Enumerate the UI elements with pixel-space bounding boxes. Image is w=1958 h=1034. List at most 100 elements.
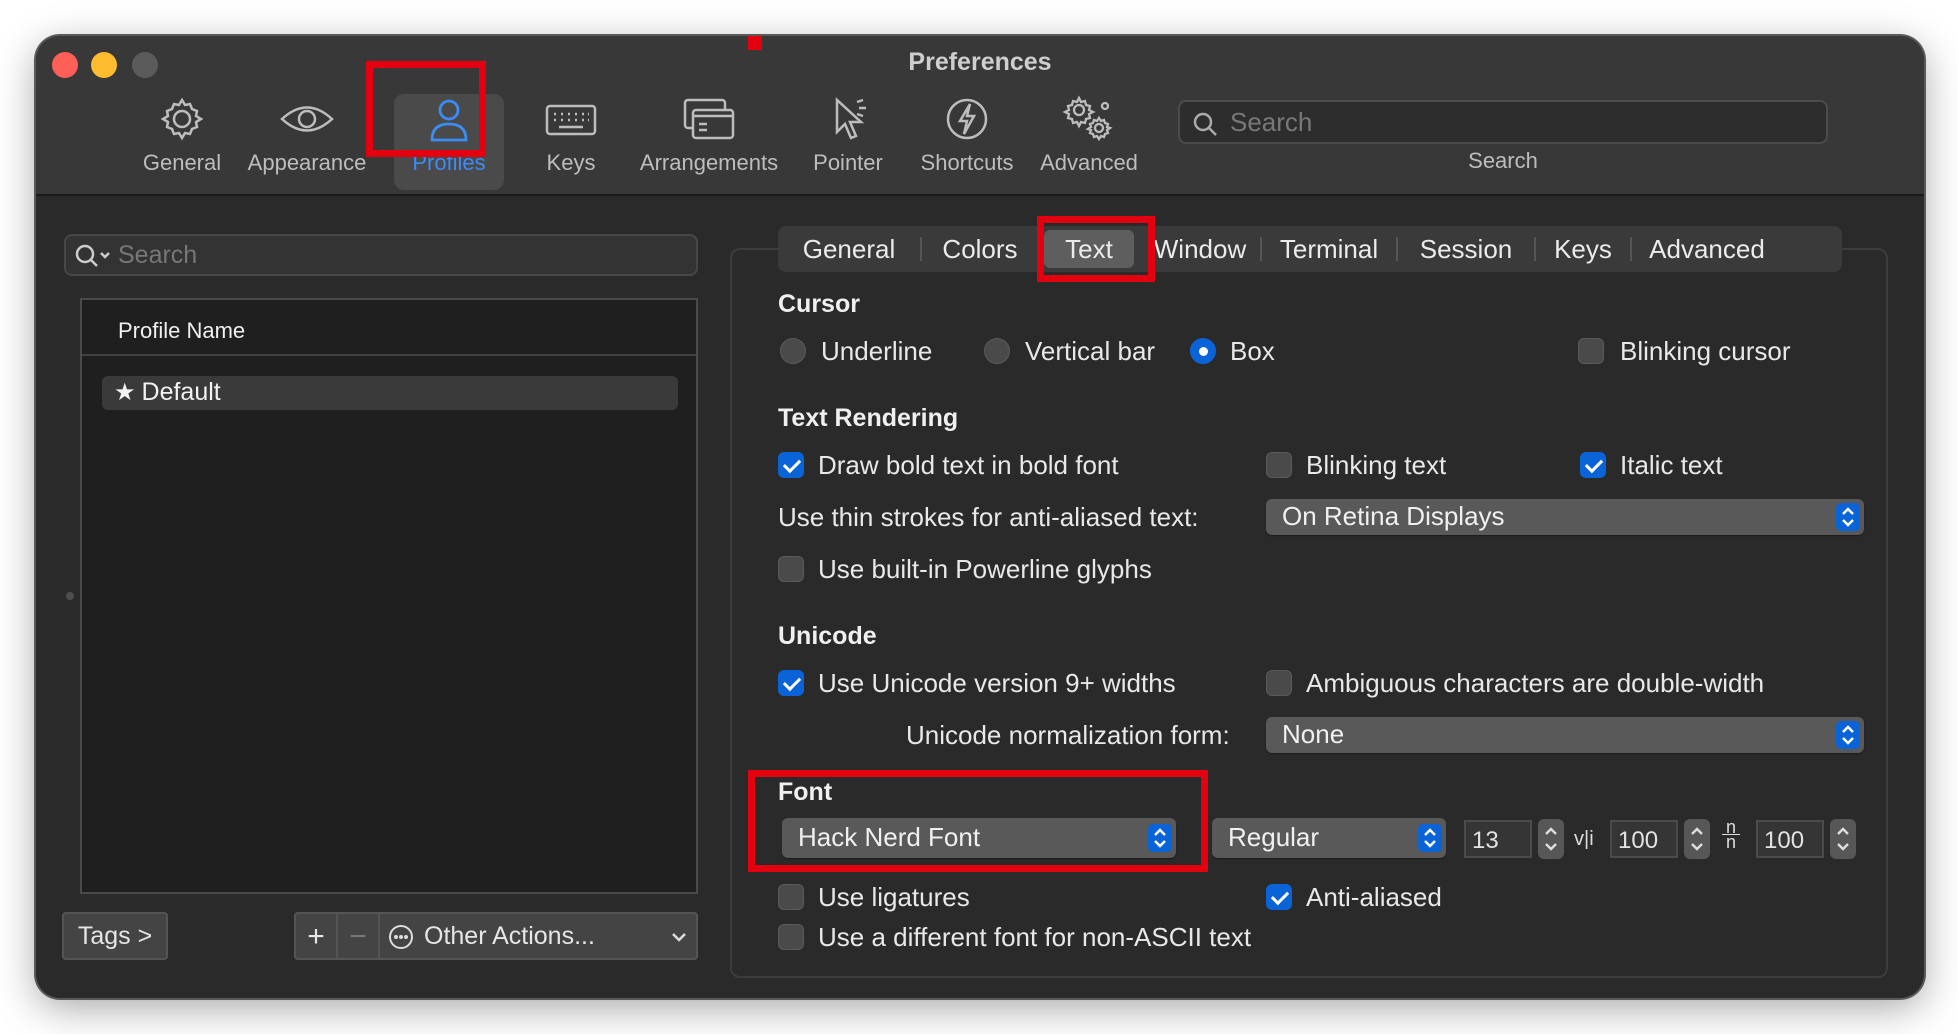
- ambiguous-width-label: Ambiguous characters are double-width: [1306, 668, 1765, 698]
- profile-search-input[interactable]: [118, 240, 688, 270]
- ligatures-label: Use ligatures: [818, 882, 970, 912]
- normalization-label: Unicode normalization form:: [906, 720, 1230, 750]
- blinking-text-label: Blinking text: [1306, 450, 1447, 480]
- toolbar-label: Pointer: [813, 150, 883, 175]
- toolbar-pointer[interactable]: Pointer: [800, 94, 896, 190]
- updown-chevron-icon: [1545, 827, 1557, 851]
- cursor-vertical-bar-label: Vertical bar: [1025, 336, 1156, 366]
- cursor-box-label: Box: [1230, 336, 1275, 366]
- vertical-spacing-field[interactable]: 100: [1756, 820, 1824, 858]
- ambiguous-width-checkbox[interactable]: [1266, 670, 1292, 696]
- unicode-v9-checkbox[interactable]: [778, 670, 804, 696]
- gears-icon: [1062, 95, 1113, 142]
- non-ascii-font-checkbox[interactable]: [778, 924, 804, 950]
- font-family-select[interactable]: Hack Nerd Font: [782, 818, 1176, 858]
- thin-strokes-value: On Retina Displays: [1282, 501, 1505, 531]
- tab-terminal[interactable]: Terminal: [1262, 230, 1396, 268]
- horizontal-spacing-stepper[interactable]: [1684, 819, 1710, 859]
- unicode-v9-label: Use Unicode version 9+ widths: [818, 668, 1176, 698]
- normalization-value: None: [1282, 719, 1345, 749]
- powerline-label: Use built-in Powerline glyphs: [818, 554, 1152, 584]
- vertical-spacing-stepper[interactable]: [1830, 819, 1856, 859]
- updown-chevron-icon: [1837, 827, 1849, 851]
- toolbar-shortcuts[interactable]: Shortcuts: [912, 94, 1022, 190]
- add-profile-button[interactable]: +: [294, 912, 338, 960]
- updown-chevron-icon: [1418, 824, 1442, 852]
- thin-strokes-select[interactable]: On Retina Displays: [1266, 499, 1864, 535]
- profile-row-default[interactable]: ★ Default: [102, 376, 678, 410]
- tags-button[interactable]: Tags >: [62, 912, 168, 960]
- toolbar-advanced[interactable]: Advanced: [1034, 94, 1144, 190]
- anti-aliased-checkbox[interactable]: [1266, 884, 1292, 910]
- italic-text-checkbox[interactable]: [1580, 452, 1606, 478]
- toolbar-label: Profiles: [412, 150, 486, 175]
- toolbar-general[interactable]: General: [136, 94, 228, 190]
- font-size-field[interactable]: 13: [1464, 820, 1532, 858]
- other-actions-label: Other Actions...: [424, 922, 595, 950]
- eye-icon: [280, 106, 334, 132]
- horizontal-spacing-icon: v|i: [1574, 828, 1594, 850]
- powerline-checkbox[interactable]: [778, 556, 804, 582]
- updown-chevron-icon: [1836, 721, 1860, 749]
- ligatures-checkbox[interactable]: [778, 884, 804, 910]
- toolbar-search-input[interactable]: [1230, 106, 1820, 138]
- font-size-stepper[interactable]: [1538, 819, 1564, 859]
- star-icon: ★: [114, 379, 136, 406]
- titlebar: Preferences General Appearance Profiles: [36, 36, 1924, 196]
- lightning-icon: [946, 98, 988, 140]
- tab-general[interactable]: General: [778, 230, 920, 268]
- profile-list: Profile Name ★ Default: [80, 298, 698, 894]
- tab-window[interactable]: Window: [1140, 230, 1260, 268]
- cursor-underline-label: Underline: [821, 336, 933, 366]
- remove-profile-button[interactable]: −: [336, 912, 380, 960]
- updown-chevron-icon: [1836, 503, 1860, 531]
- other-actions-menu[interactable]: Other Actions...: [378, 912, 698, 960]
- window-title: Preferences: [908, 48, 1052, 76]
- tab-advanced[interactable]: Advanced: [1632, 230, 1782, 268]
- tab-colors[interactable]: Colors: [922, 230, 1038, 268]
- blinking-cursor-checkbox[interactable]: [1578, 338, 1604, 364]
- windows-icon: [683, 98, 735, 140]
- normalization-select[interactable]: None: [1266, 717, 1864, 753]
- font-style-select[interactable]: Regular: [1212, 818, 1446, 858]
- profile-name-column-header[interactable]: Profile Name: [82, 300, 696, 356]
- search-icon: [75, 244, 110, 267]
- toolbar-keys[interactable]: Keys: [526, 94, 616, 190]
- thin-strokes-label: Use thin strokes for anti-aliased text:: [778, 502, 1199, 532]
- search-icon: [1193, 112, 1217, 136]
- blinking-text-checkbox[interactable]: [1266, 452, 1292, 478]
- bold-font-checkbox[interactable]: [778, 452, 804, 478]
- tab-session[interactable]: Session: [1398, 230, 1534, 268]
- toolbar-arrangements[interactable]: Arrangements: [626, 94, 792, 190]
- updown-chevron-icon: [1148, 824, 1172, 852]
- pointer-icon: [835, 97, 866, 140]
- split-view-handle[interactable]: [66, 592, 74, 600]
- cursor-vertical-bar-radio[interactable]: [984, 338, 1010, 364]
- toolbar-label: Keys: [546, 150, 596, 175]
- profile-tabs: General Colors Text Window Terminal Sess…: [778, 226, 1842, 272]
- gear-icon: [160, 97, 204, 141]
- font-family-value: Hack Nerd Font: [798, 822, 981, 852]
- ellipsis-circle-icon: [389, 925, 413, 949]
- horizontal-spacing-field[interactable]: 100: [1610, 820, 1678, 858]
- toolbar-profiles[interactable]: Profiles: [394, 94, 504, 190]
- toolbar-search-field[interactable]: [1178, 100, 1828, 144]
- toolbar-label: Appearance: [247, 150, 367, 175]
- tab-keys[interactable]: Keys: [1536, 230, 1630, 268]
- blinking-cursor-label: Blinking cursor: [1620, 336, 1791, 366]
- profile-search-field[interactable]: [64, 234, 698, 276]
- toolbar-appearance[interactable]: Appearance: [246, 94, 368, 190]
- tab-text[interactable]: Text: [1044, 230, 1134, 268]
- cursor-box-radio[interactable]: [1190, 338, 1216, 364]
- cursor-underline-radio[interactable]: [780, 338, 806, 364]
- toolbar-label: General: [142, 150, 222, 175]
- chevron-down-icon: [672, 933, 686, 942]
- toolbar-label: Advanced: [1040, 150, 1138, 175]
- text-rendering-heading: Text Rendering: [778, 404, 959, 432]
- bold-font-label: Draw bold text in bold font: [818, 450, 1119, 480]
- vertical-spacing-icon: nn: [1722, 818, 1740, 851]
- cursor-heading: Cursor: [778, 290, 860, 318]
- font-style-value: Regular: [1228, 822, 1320, 852]
- anti-aliased-label: Anti-aliased: [1306, 882, 1442, 912]
- unicode-heading: Unicode: [778, 622, 877, 650]
